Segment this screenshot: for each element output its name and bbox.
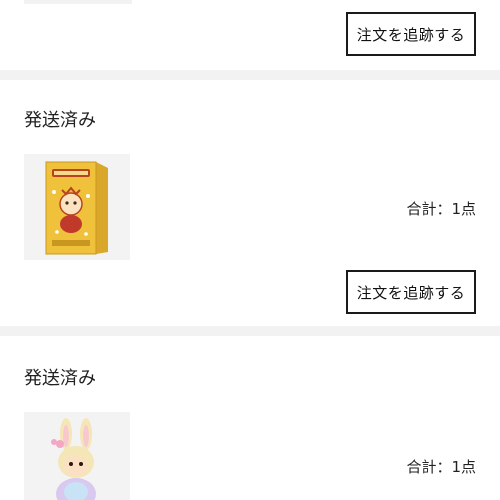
product-thumbnail[interactable] <box>24 0 132 4</box>
order-total: 合計：1点 <box>406 458 476 476</box>
track-order-button[interactable]: 注文を追跡する <box>346 270 476 314</box>
boxed-figure-product-image <box>24 154 130 260</box>
track-order-button[interactable]: 注文を追跡する <box>346 12 476 56</box>
card-separator <box>0 70 500 80</box>
order-card: 発送済み 合計：1点 注文を追跡する <box>0 80 500 326</box>
order-status: 発送済み <box>24 368 96 389</box>
order-card-partial: 注文を追跡する <box>0 0 500 70</box>
bunny-figure-product-image <box>24 412 130 500</box>
product-thumbnail[interactable] <box>24 412 130 500</box>
order-card: 発送済み 合計：1点 <box>0 336 500 500</box>
order-list-page: 注文を追跡する 発送済み 合計：1点 注文を追跡する 発送済み 合計：1点 <box>0 0 500 500</box>
order-status: 発送済み <box>24 110 96 131</box>
card-separator <box>0 326 500 336</box>
product-thumbnail[interactable] <box>24 154 130 260</box>
order-total: 合計：1点 <box>406 200 476 218</box>
